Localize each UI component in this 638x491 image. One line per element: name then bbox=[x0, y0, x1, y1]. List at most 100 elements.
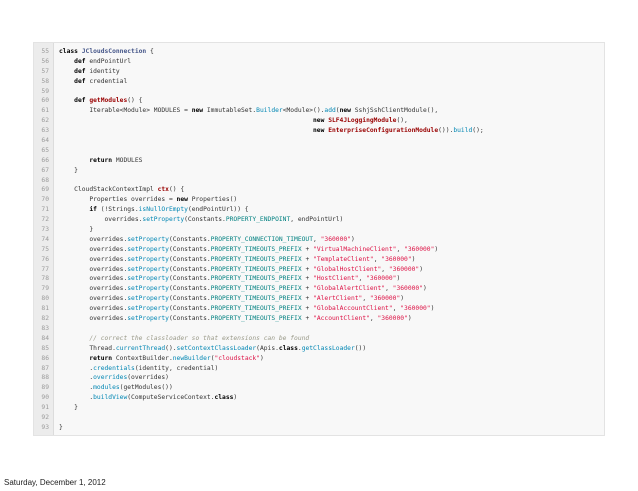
code-token: () { bbox=[168, 186, 185, 194]
code-line: 83 bbox=[34, 324, 604, 334]
code-token: overrides. bbox=[59, 255, 128, 263]
code-token: setProperty bbox=[127, 265, 169, 273]
code-token: def bbox=[74, 57, 90, 65]
code-line: 79 overrides.setProperty(Constants.PROPE… bbox=[34, 284, 604, 294]
code-token: def bbox=[74, 67, 90, 75]
code-token: new bbox=[313, 127, 329, 135]
line-number: 69 bbox=[41, 186, 49, 194]
code-token: + bbox=[301, 275, 314, 283]
line-number: 83 bbox=[41, 324, 49, 332]
code-token: ContextBuilder. bbox=[115, 354, 173, 362]
code-token: (Constants. bbox=[168, 295, 211, 303]
code-token: PROPERTY_TIMEOUTS_PREFIX bbox=[210, 315, 302, 323]
line-code: } bbox=[59, 226, 93, 233]
code-token: "360000" bbox=[400, 305, 431, 313]
code-token: PROPERTY_TIMEOUTS_PREFIX bbox=[210, 265, 302, 273]
line-code: .modules(getModules()) bbox=[59, 384, 172, 392]
code-token: (ComputeServiceContext. bbox=[127, 394, 215, 402]
code-token: setProperty bbox=[142, 216, 185, 224]
code-token: ImmutableSet. bbox=[206, 107, 257, 115]
code-token: setProperty bbox=[127, 285, 169, 293]
code-token: (endPointUrl)) { bbox=[187, 206, 249, 214]
code-token: // correct the classloader so that exten… bbox=[59, 334, 310, 342]
line-number: 77 bbox=[41, 265, 49, 273]
line-code: // correct the classloader so that exten… bbox=[59, 335, 309, 342]
code-token: "TemplateClient" bbox=[313, 255, 374, 263]
code-line: 75 overrides.setProperty(Constants.PROPE… bbox=[34, 245, 604, 255]
code-line: 56 def endPointUrl bbox=[34, 57, 604, 67]
code-token: (!Strings. bbox=[100, 206, 139, 214]
footer-date: Saturday, December 1, 2012 bbox=[4, 478, 106, 487]
code-token: "GlobalAlertClient" bbox=[313, 285, 386, 293]
code-token: , bbox=[358, 275, 367, 283]
line-number: 65 bbox=[41, 146, 49, 154]
code-token: "360000" bbox=[404, 245, 435, 253]
code-token: (). bbox=[165, 344, 177, 352]
code-token: ) bbox=[419, 265, 424, 273]
code-token: (identity, credential) bbox=[134, 364, 219, 372]
code-token: , endPointUrl) bbox=[290, 216, 344, 224]
code-token: return bbox=[89, 354, 116, 362]
line-code: return ContextBuilder.newBuilder("clouds… bbox=[59, 354, 263, 362]
code-token: (); bbox=[472, 127, 484, 135]
code-token: + bbox=[301, 315, 314, 323]
code-line: 74 overrides.setProperty(Constants.PROPE… bbox=[34, 235, 604, 245]
code-token: ) bbox=[434, 245, 439, 253]
line-code: def identity bbox=[59, 68, 120, 75]
code-line: 81 overrides.setProperty(Constants.PROPE… bbox=[34, 304, 604, 314]
line-code: overrides.setProperty(Constants.PROPERTY… bbox=[59, 285, 426, 293]
code-token: PROPERTY_TIMEOUTS_PREFIX bbox=[210, 305, 302, 313]
code-token: PROPERTY_TIMEOUTS_PREFIX bbox=[210, 285, 302, 293]
code-token: ()). bbox=[438, 127, 454, 135]
code-line: 93} bbox=[34, 423, 604, 433]
code-token: overrides. bbox=[59, 245, 128, 253]
line-number: 58 bbox=[41, 77, 49, 85]
line-number: 93 bbox=[41, 423, 49, 431]
code-line: 71 if (!Strings.isNullOrEmpty(endPointUr… bbox=[34, 205, 604, 215]
line-code: Thread.currentThread().setContextClassLo… bbox=[59, 345, 366, 352]
code-token: SshjSshClientModule(), bbox=[354, 107, 439, 115]
code-token: overrides. bbox=[59, 305, 128, 313]
line-code: class JCloudsConnection { bbox=[59, 48, 154, 55]
code-token: (Constants. bbox=[168, 255, 211, 263]
code-token: newBuilder bbox=[172, 354, 211, 362]
line-code: return MODULES bbox=[59, 157, 142, 164]
code-token: "360000" bbox=[381, 255, 412, 263]
code-token: SLF4JLoggingModule bbox=[328, 117, 397, 125]
code-token: Properties() bbox=[191, 196, 238, 204]
code-line: 89 .modules(getModules()) bbox=[34, 383, 604, 393]
line-number: 62 bbox=[41, 117, 49, 125]
code-token: setProperty bbox=[127, 305, 169, 313]
code-token: MODULES bbox=[115, 156, 143, 164]
code-token: ) bbox=[430, 305, 435, 313]
line-number: 66 bbox=[41, 156, 49, 164]
line-code: overrides.setProperty(Constants.PROPERTY… bbox=[59, 295, 404, 302]
code-token: . bbox=[59, 384, 94, 392]
code-token: (Apis. bbox=[256, 344, 279, 352]
code-token: <Module>(). bbox=[282, 107, 325, 115]
code-token: PROPERTY_TIMEOUTS_PREFIX bbox=[210, 275, 302, 283]
code-token: ) bbox=[350, 235, 355, 243]
code-token: overrides. bbox=[59, 216, 143, 224]
code-line: 60 def getModules() { bbox=[34, 96, 604, 106]
line-code: .credentials(identity, credential) bbox=[59, 365, 218, 372]
line-number: 91 bbox=[41, 404, 49, 412]
code-line: 78 overrides.setProperty(Constants.PROPE… bbox=[34, 274, 604, 284]
line-code: def credential bbox=[59, 78, 127, 85]
code-token: EnterpriseConfigurationModule bbox=[328, 127, 439, 135]
code-token: credentials bbox=[93, 364, 135, 372]
code-token: ) bbox=[400, 295, 405, 303]
code-token: (Constants. bbox=[168, 265, 211, 273]
code-line: 87 .credentials(identity, credential) bbox=[34, 364, 604, 374]
code-token: , bbox=[369, 315, 378, 323]
code-line: 70 Properties overrides = new Properties… bbox=[34, 195, 604, 205]
line-code: overrides.setProperty(Constants.PROPERTY… bbox=[59, 246, 438, 253]
code-token: Properties overrides = bbox=[59, 196, 177, 204]
code-token: overrides. bbox=[59, 285, 128, 293]
code-line: 76 overrides.setProperty(Constants.PROPE… bbox=[34, 255, 604, 265]
code-token: currentThread bbox=[115, 344, 166, 352]
code-token: (Constants. bbox=[168, 305, 211, 313]
code-token: PROPERTY_ENDPOINT bbox=[225, 216, 291, 224]
